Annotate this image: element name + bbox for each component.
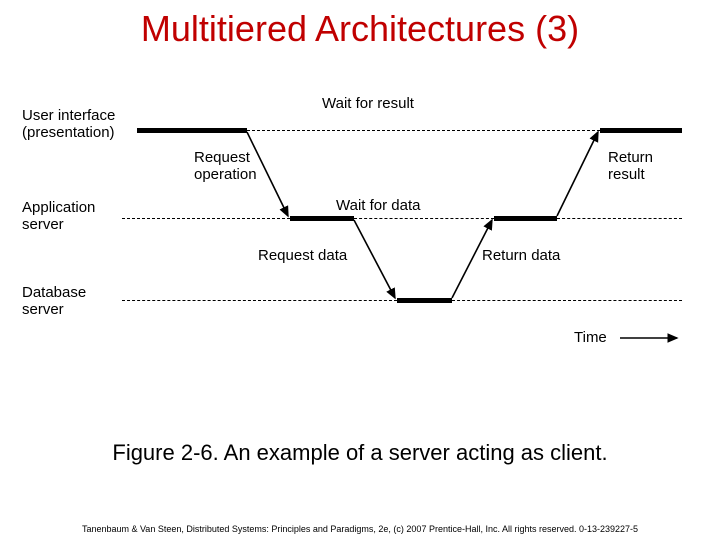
page-title: Multitiered Architectures (3)	[0, 8, 720, 50]
figure-caption: Figure 2-6. An example of a server actin…	[0, 440, 720, 466]
sequence-diagram: User interface (presentation) Applicatio…	[22, 90, 694, 380]
label-return-result-l1: Return	[608, 149, 653, 166]
label-request-op: Request operation	[194, 150, 257, 183]
label-wait-data: Wait for data	[336, 198, 420, 215]
label-time: Time	[574, 330, 607, 347]
footer-credit: Tanenbaum & Van Steen, Distributed Syste…	[0, 524, 720, 534]
label-return-result: Return result	[608, 150, 653, 183]
label-wait-result: Wait for result	[322, 96, 414, 113]
label-return-data: Return data	[482, 248, 560, 265]
label-request-data: Request data	[258, 248, 347, 265]
label-request-op-l2: operation	[194, 166, 257, 183]
label-return-result-l2: result	[608, 166, 645, 183]
label-request-op-l1: Request	[194, 149, 250, 166]
